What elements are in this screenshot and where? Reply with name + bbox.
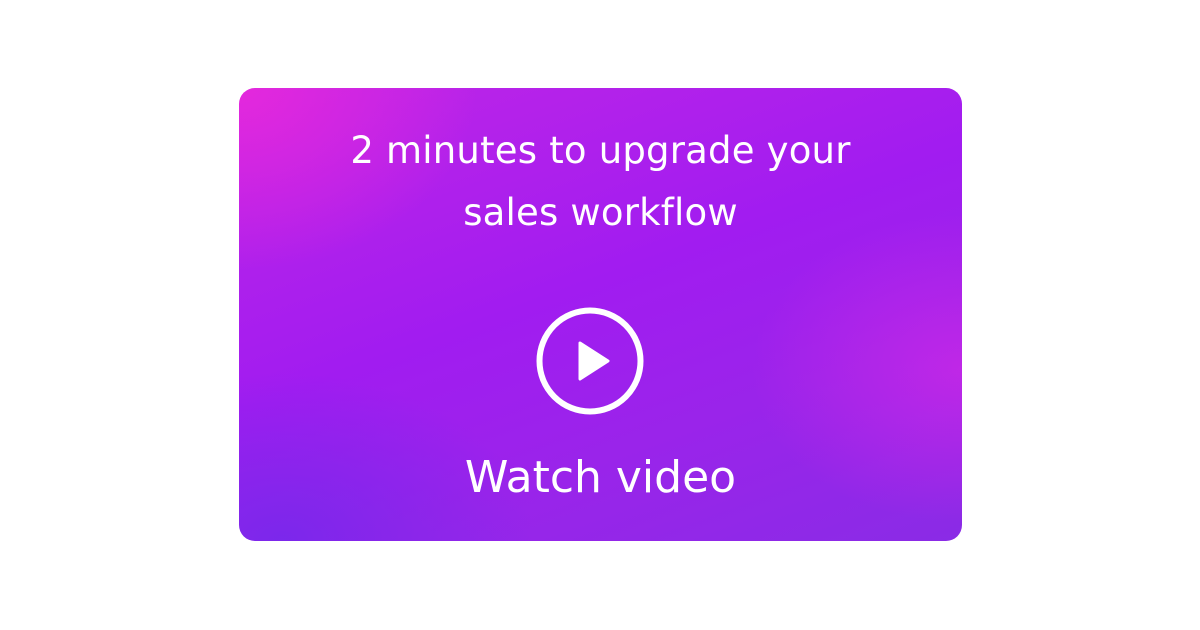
play-circle-icon	[536, 307, 644, 415]
page: 2 minutes to upgrade your sales workflow…	[0, 0, 1200, 630]
headline-line-1: 2 minutes to upgrade your	[350, 129, 851, 172]
headline-line-2: sales workflow	[463, 191, 738, 234]
video-card[interactable]: 2 minutes to upgrade your sales workflow…	[239, 88, 962, 541]
video-headline: 2 minutes to upgrade your sales workflow	[239, 120, 962, 244]
watch-video-label[interactable]: Watch video	[239, 448, 962, 508]
play-button[interactable]	[534, 305, 646, 417]
